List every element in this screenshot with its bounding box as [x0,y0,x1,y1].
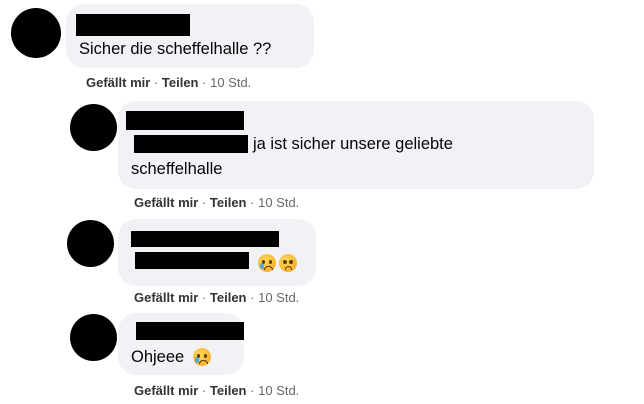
redacted-author-name [76,14,190,36]
separator: · [201,383,207,398]
comment-text: Ohjeee [131,348,185,366]
separator: · [202,75,207,90]
comment-actions: Gefällt mir · Teilen · 10 Std. [134,383,299,398]
comment-actions: Gefällt mir · Teilen · 10 Std. [134,195,299,210]
share-button[interactable]: Teilen [210,383,247,398]
separator: · [201,290,207,305]
crying-face-icon [258,254,276,272]
redacted-author-name [136,322,244,340]
comment-text: Sicher die scheffelhalle ?? [79,40,272,58]
separator: · [201,195,207,210]
like-button[interactable]: Gefällt mir [86,75,150,90]
avatar[interactable] [70,104,117,151]
timestamp[interactable]: 10 Std. [258,383,299,398]
redacted-comment-text [135,252,249,269]
redacted-author-name [131,231,279,247]
timestamp[interactable]: 10 Std. [210,75,251,90]
comment-bubble: Ohjeee [118,313,244,375]
comment-text-line2: scheffelhalle [131,160,223,178]
comment-bubble: Sicher die scheffelhalle ?? [66,4,314,68]
redacted-author-name [126,111,244,130]
comment-bubble [118,219,316,286]
separator: · [153,75,159,90]
avatar[interactable] [11,8,61,58]
timestamp[interactable]: 10 Std. [258,195,299,210]
comment-bubble: ja ist sicher unsere geliebte scheffelha… [118,101,594,189]
like-button[interactable]: Gefällt mir [134,290,198,305]
like-button[interactable]: Gefällt mir [134,383,198,398]
crying-face-icon [193,348,211,366]
share-button[interactable]: Teilen [210,290,247,305]
comment-text-line1: ja ist sicher unsere geliebte [253,135,453,153]
share-button[interactable]: Teilen [210,195,247,210]
comment-actions: Gefällt mir · Teilen · 10 Std. [86,75,251,90]
timestamp[interactable]: 10 Std. [258,290,299,305]
like-button[interactable]: Gefällt mir [134,195,198,210]
flushed-face-icon [279,254,297,272]
avatar[interactable] [70,314,117,361]
share-button[interactable]: Teilen [162,75,199,90]
separator: · [250,290,255,305]
redacted-mention [134,135,248,153]
separator: · [250,195,255,210]
avatar[interactable] [67,220,114,267]
separator: · [250,383,255,398]
comment-actions: Gefällt mir · Teilen · 10 Std. [134,290,299,305]
